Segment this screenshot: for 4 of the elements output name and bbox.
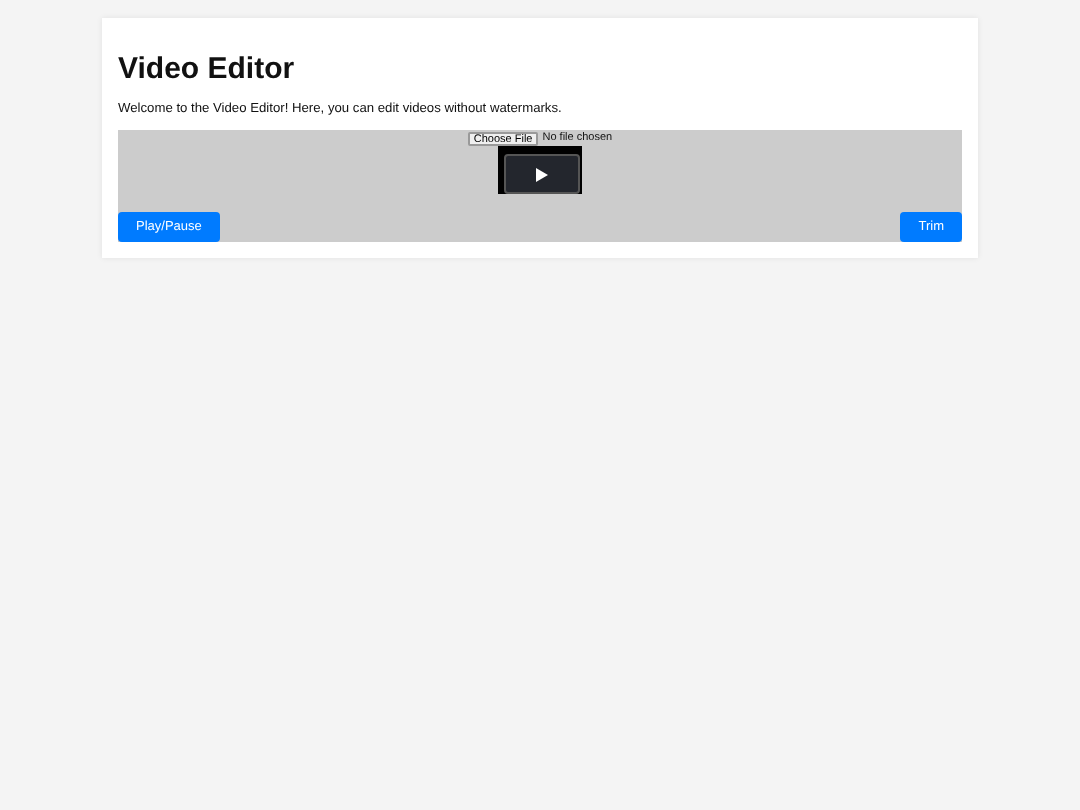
play-icon <box>536 167 548 181</box>
video-player[interactable] <box>498 146 582 194</box>
play-button[interactable] <box>504 154 580 194</box>
page-title: Video Editor <box>118 52 297 86</box>
